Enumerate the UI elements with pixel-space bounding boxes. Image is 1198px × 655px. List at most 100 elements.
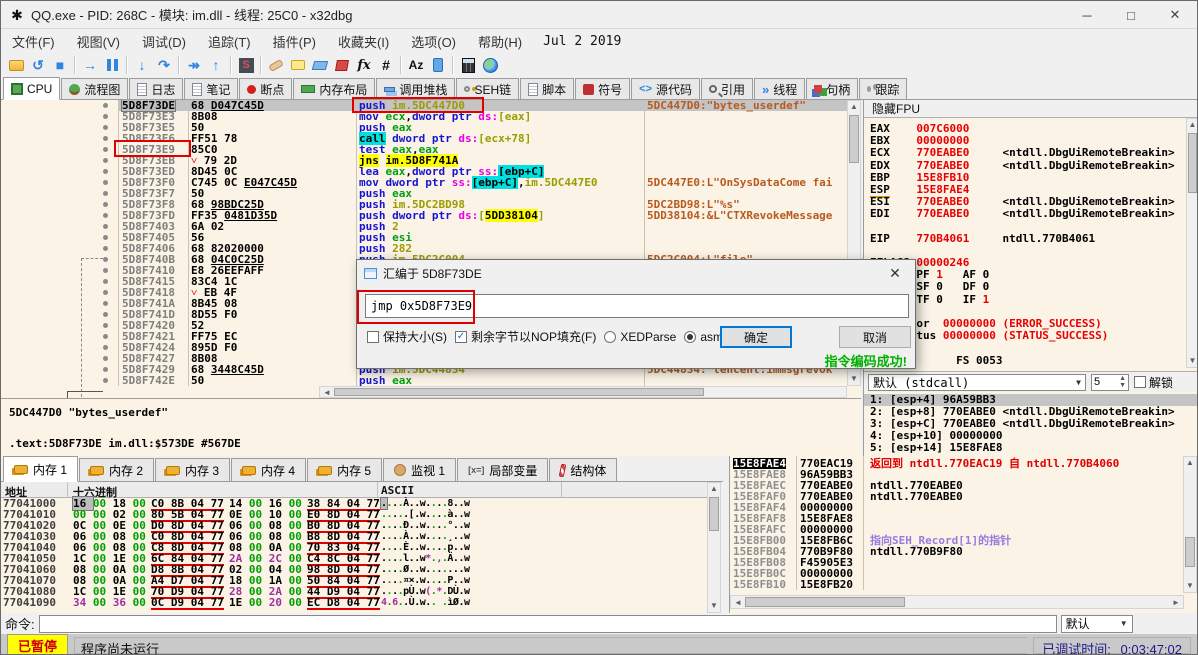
stack-pane[interactable]: 15E8FAE4 770EAC19 返回到 ntdll.770EAC19 自 ntd… — [729, 456, 1197, 613]
keep-size-checkbox[interactable]: 保持大小(S) — [367, 328, 447, 345]
breakpoint-dot-icon[interactable] — [103, 323, 108, 328]
tab-call-stack[interactable]: 调用堆栈 — [376, 78, 456, 99]
cancel-button[interactable]: 取消 — [839, 326, 911, 348]
tab-memory-map[interactable]: 内存布局 — [293, 78, 376, 99]
dialog-titlebar[interactable]: 汇编于 5D8F73DE ✕ — [357, 260, 915, 286]
tab-breakpoints[interactable]: 断点 — [239, 78, 293, 99]
menu-item[interactable]: 收藏夹(I) — [327, 29, 400, 53]
bookmark-icon[interactable] — [331, 55, 353, 75]
call-arguments[interactable]: 1: [esp+4] 96A59BB3 2: [esp+8] 770EABE0 <… — [864, 394, 1197, 454]
tab-dump-3[interactable]: 内存 3 — [155, 458, 231, 481]
menu-item[interactable]: 视图(V) — [66, 29, 131, 53]
command-type-select[interactable]: 默认 ▼ — [1060, 614, 1133, 633]
stack-row[interactable]: 15E8FB10 15E8FB20 — [730, 579, 1184, 590]
dialog-close-icon[interactable]: ✕ — [875, 260, 915, 286]
args-depth-stepper[interactable]: 5 ▲ ▼ — [1091, 373, 1129, 391]
stop-icon[interactable]: ■ — [49, 55, 71, 75]
preferences-s-icon[interactable]: S — [235, 55, 257, 75]
breakpoint-dot-icon[interactable] — [103, 103, 108, 108]
menu-item[interactable]: 调试(D) — [131, 29, 197, 53]
stack-row[interactable]: 15E8FAF0 770EABE0 ntdll.770EABE0 — [730, 491, 1184, 502]
stack-row[interactable]: 15E8FB04 770B9F80 ntdll.770B9F80 — [730, 546, 1184, 557]
memory-dump-rows[interactable]: 77041000 16 00 18 00 C0 8B 04 77 14 00 16 0… — [1, 496, 707, 613]
breakpoint-dot-icon[interactable] — [103, 334, 108, 339]
tab-graph[interactable]: 流程图 — [61, 78, 129, 99]
tab-locals[interactable]: [x=] 局部变量 — [457, 458, 549, 481]
breakpoint-dot-icon[interactable] — [103, 290, 108, 295]
menu-item[interactable]: 插件(P) — [262, 29, 327, 53]
stack-row[interactable]: 15E8FAF8 15E8FAE8 — [730, 513, 1184, 524]
comment-icon[interactable] — [287, 55, 309, 75]
stack-row[interactable]: 15E8FB08 F45905E3 — [730, 557, 1184, 568]
register-line[interactable]: EDI 770EABE0 <ntdll.DbgUiRemoteBreakin> — [870, 208, 1175, 220]
breakpoint-dot-icon[interactable] — [103, 191, 108, 196]
breakpoint-dot-icon[interactable] — [103, 136, 108, 141]
restart-icon[interactable]: ↺ — [27, 55, 49, 75]
font-az-icon[interactable]: Az — [405, 55, 427, 75]
stack-row[interactable]: 15E8FAF4 00000000 — [730, 502, 1184, 513]
register-line[interactable]: EIP 770B4061 ntdll.770B4061 — [870, 232, 1175, 245]
run-to-user-code-icon[interactable]: ↠ — [183, 55, 205, 75]
breakpoint-dot-icon[interactable] — [103, 213, 108, 218]
menu-item[interactable]: 文件(F) — [1, 29, 66, 53]
disasm-row[interactable]: 5D8F742E 50 push eax — [1, 375, 861, 386]
breakpoint-dot-icon[interactable] — [103, 180, 108, 185]
registers-vscrollbar[interactable]: ▲ ▼ — [1186, 118, 1197, 368]
breakpoint-dot-icon[interactable] — [103, 279, 108, 284]
breakpoint-dot-icon[interactable] — [103, 378, 108, 383]
ok-button[interactable]: 确定 — [720, 326, 792, 348]
stack-vscrollbar[interactable]: ▲ ▼ — [1183, 456, 1197, 593]
breakpoint-dot-icon[interactable] — [103, 169, 108, 174]
breakpoint-dot-icon[interactable] — [103, 114, 108, 119]
argument-row[interactable]: 5: [esp+14] 15E8FAE8 — [864, 442, 1197, 454]
minimize-button[interactable]: ─ — [1065, 1, 1109, 29]
breakpoint-dot-icon[interactable] — [103, 246, 108, 251]
breakpoint-dot-icon[interactable] — [103, 301, 108, 306]
assemble-fx-icon[interactable]: fx — [353, 55, 375, 75]
tab-dump-2[interactable]: 内存 2 — [79, 458, 155, 481]
breakpoint-dot-icon[interactable] — [103, 356, 108, 361]
tab-dump-5[interactable]: 内存 5 — [307, 458, 383, 481]
breakpoint-dot-icon[interactable] — [103, 345, 108, 350]
tab-threads[interactable]: » 线程 — [754, 78, 806, 99]
tab-dump-1[interactable]: 内存 1 — [3, 456, 79, 482]
hash-icon[interactable]: # — [375, 55, 397, 75]
maximize-button[interactable]: □ — [1109, 1, 1153, 29]
step-out-icon[interactable]: ↑ — [205, 55, 227, 75]
tab-dump-4[interactable]: 内存 4 — [231, 458, 307, 481]
breakpoint-dot-icon[interactable] — [103, 224, 108, 229]
tab-symbols[interactable]: 符号 — [575, 78, 631, 99]
close-button[interactable]: ✕ — [1153, 1, 1197, 29]
breakpoint-dot-icon[interactable] — [103, 257, 108, 262]
breakpoint-dot-icon[interactable] — [103, 158, 108, 163]
tab-cpu[interactable]: CPU — [3, 77, 61, 100]
tab-struct[interactable]: 结构体 — [549, 458, 618, 481]
fill-nop-checkbox[interactable]: ✓ 剩余字节以NOP填充(F) — [455, 328, 596, 345]
breakpoint-dot-icon[interactable] — [103, 147, 108, 152]
tab-seh[interactable]: SEH链 — [456, 78, 520, 99]
assemble-instruction-input[interactable]: jmp 0x5D8F73E9 — [365, 294, 909, 318]
breakpoint-dot-icon[interactable] — [103, 235, 108, 240]
breakpoint-dot-icon[interactable] — [103, 125, 108, 130]
tab-script[interactable]: 脚本 — [520, 78, 575, 99]
tab-log[interactable]: 日志 — [129, 78, 184, 99]
attach-device-icon[interactable] — [427, 55, 449, 75]
open-file-icon[interactable] — [5, 55, 27, 75]
tab-trace[interactable]: 跟踪 — [859, 78, 908, 99]
dump-row[interactable]: 77041090 34 00 36 00 0C D9 04 77 1E 00 20 0… — [1, 597, 707, 610]
step-into-icon[interactable]: ↓ — [131, 55, 153, 75]
stack-row[interactable]: 15E8FB0C 00000000 — [730, 568, 1184, 579]
stack-hscrollbar[interactable]: ◄ ► — [730, 595, 1184, 609]
tab-notes[interactable]: 笔记 — [184, 78, 239, 99]
stack-row[interactable]: 15E8FAE4 770EAC19 返回到 ntdll.770EAC19 自 ntd… — [730, 458, 1184, 469]
dump-vscrollbar[interactable]: ▲ ▼ — [707, 482, 721, 613]
menu-item[interactable]: 追踪(T) — [197, 29, 262, 53]
command-input[interactable] — [38, 614, 1057, 633]
breakpoint-dot-icon[interactable] — [103, 268, 108, 273]
run-icon[interactable]: → — [79, 55, 101, 75]
menu-item[interactable]: 选项(O) — [400, 29, 467, 53]
calling-convention-select[interactable]: 默认 (stdcall) ▼ — [868, 373, 1086, 391]
tab-source[interactable]: <> 源代码 — [631, 78, 701, 99]
patch-icon[interactable] — [265, 55, 287, 75]
step-over-icon[interactable]: ↷ — [153, 55, 175, 75]
